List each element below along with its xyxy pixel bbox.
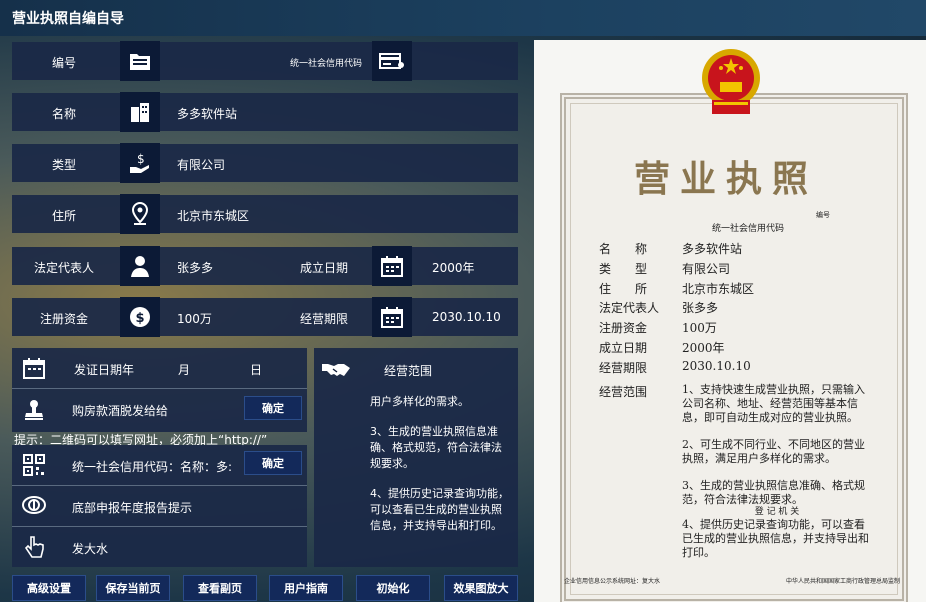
capital-row: 注册资金 $ 100万 经营期限 2030.10.10	[12, 297, 518, 337]
issue-stamp-panel: 发证日期年 月 日 购房款酒脱发给给 确定	[12, 348, 307, 432]
stamp-icon	[14, 392, 54, 428]
name-value[interactable]: 多多软件站	[177, 105, 237, 122]
cert-field-label: 注册资金	[599, 321, 648, 335]
cert-field-label: 成立日期	[599, 341, 648, 355]
money-hand-icon: $	[120, 143, 160, 183]
handshake-icon	[316, 352, 356, 388]
capital-label: 注册资金	[40, 312, 89, 326]
save-page-button[interactable]: 保存当前页	[96, 575, 170, 601]
qr-code-icon	[14, 447, 54, 483]
legal-rep-value[interactable]: 张多多	[177, 259, 213, 276]
svg-text:$: $	[137, 152, 145, 166]
scope-text-area[interactable]: 用户多样化的需求。 3、生成的营业执照信息准确、格式规范，符合法律法规要求。 4…	[370, 394, 510, 534]
term-value[interactable]: 2030.10.10	[432, 310, 501, 324]
month-label[interactable]: 月	[178, 361, 190, 378]
confirm-button[interactable]: 确定	[244, 451, 302, 475]
cert-scope-paragraph: 4、提供历史记录查询功能，可以查看已生成的营业执照信息，并支持导出和打印。	[682, 518, 869, 559]
cert-field-label: 住 所	[599, 282, 648, 296]
cert-scope-paragraph: 1、支持快速生成营业执照，只需输入公司名称、地址、经营范围等基本信息，即可自动生…	[682, 383, 865, 424]
cert-scope-label: 经营范围	[599, 385, 648, 399]
cert-footer-left: 企业信用信息公示系统网址：复大水	[564, 578, 661, 585]
type-label: 类型	[52, 158, 77, 172]
cert-field-value: 有限公司	[682, 262, 731, 276]
confirm-button[interactable]: 确定	[244, 396, 302, 420]
svg-text:$: $	[136, 311, 145, 326]
scope-paragraph: 3、生成的营业执照信息准确、格式规范，符合法律法规要求。	[370, 425, 502, 470]
initialize-button[interactable]: 初始化	[356, 575, 430, 601]
divider	[12, 526, 307, 527]
term-label: 经营期限	[300, 312, 349, 326]
type-value[interactable]: 有限公司	[177, 156, 225, 173]
calendar-icon	[372, 297, 412, 337]
code-label: 编号	[52, 56, 77, 70]
calendar-icon	[14, 350, 54, 386]
scope-label: 经营范围	[384, 364, 433, 378]
cert-field-label: 法定代表人	[599, 301, 660, 315]
cert-field-value: 多多软件站	[682, 242, 743, 256]
address-label: 住所	[52, 209, 77, 223]
building-icon	[120, 92, 160, 132]
name-label: 名称	[52, 107, 77, 121]
annual-report-text[interactable]: 底部申报年度报告提示	[72, 499, 192, 516]
cert-credit-label: 统一社会信用代码	[712, 224, 785, 234]
emblem-icon	[14, 487, 54, 523]
day-label[interactable]: 日	[250, 361, 262, 378]
card-icon	[372, 41, 412, 81]
cert-field-value: 2000年	[682, 341, 725, 355]
divider	[12, 485, 307, 486]
advanced-settings-button[interactable]: 高级设置	[12, 575, 86, 601]
cert-scope-paragraph: 3、生成的营业执照信息准确、格式规范，符合法律法规要求。	[682, 479, 865, 506]
cert-field-value: 2030.10.10	[682, 359, 751, 373]
person-icon	[120, 246, 160, 286]
address-value[interactable]: 北京市东城区	[177, 207, 249, 224]
name-row: 名称 多多软件站	[12, 92, 518, 132]
title-bar: 营业执照自编自导	[0, 0, 926, 36]
found-date-value[interactable]: 2000年	[432, 259, 475, 276]
view-copy-button[interactable]: 查看副页	[183, 575, 257, 601]
cert-field-label: 类 型	[599, 262, 648, 276]
hand-text[interactable]: 发大水	[72, 540, 108, 557]
scope-panel: 经营范围 用户多样化的需求。 3、生成的营业执照信息准确、格式规范，符合法律法规…	[314, 348, 518, 567]
cert-field-value: 张多多	[682, 301, 719, 315]
enlarge-preview-button[interactable]: 效果图放大	[444, 575, 518, 601]
legal-rep-row: 法定代表人 张多多 成立日期 2000年	[12, 246, 518, 286]
address-row: 住所 北京市东城区	[12, 194, 518, 234]
location-pin-icon	[120, 194, 160, 234]
cert-scope-text: 1、支持快速生成营业执照，只需输入公司名称、地址、经营范围等基本信息，即可自动生…	[682, 383, 872, 560]
calendar-icon	[372, 246, 412, 286]
credit-code-label: 统一社会信用代码	[290, 59, 363, 69]
user-guide-button[interactable]: 用户指南	[269, 575, 343, 601]
qr-panel: 统一社会信用代码：名称：多: 确定 底部申报年度报告提示 发大水	[12, 445, 307, 567]
cert-reg-office: 登 记 机 关	[754, 507, 800, 517]
cert-code-label: 编号	[816, 211, 830, 219]
certificate-preview: 营业执照 编号 统一社会信用代码 名 称 多多软件站 类 型 有限公司 住 所 …	[534, 40, 926, 602]
cert-footer-right: 中华人民共和国国家工商行政管理总局监制	[786, 578, 901, 585]
stamp-text[interactable]: 购房款酒脱发给给	[72, 402, 168, 419]
found-date-label: 成立日期	[300, 261, 349, 275]
app-title: 营业执照自编自导	[12, 11, 124, 27]
type-row: 类型 $ 有限公司	[12, 143, 518, 183]
cert-field-value: 北京市东城区	[682, 282, 755, 296]
folder-icon	[120, 41, 160, 81]
national-emblem-icon	[700, 44, 762, 126]
divider	[12, 388, 307, 389]
cert-scope-paragraph: 2、可生成不同行业、不同地区的营业执照，满足用户多样化的需求。	[682, 438, 865, 465]
cert-field-label: 名 称	[599, 242, 648, 256]
legal-rep-label: 法定代表人	[34, 261, 95, 275]
scope-paragraph: 用户多样化的需求。	[370, 395, 469, 408]
code-row: 编号 统一社会信用代码	[12, 41, 518, 81]
hand-pointer-icon	[14, 529, 54, 565]
capital-value[interactable]: 100万	[177, 310, 212, 327]
issue-date-label[interactable]: 发证日期年	[74, 361, 134, 378]
qr-text[interactable]: 统一社会信用代码：名称：多:	[72, 458, 232, 475]
cert-field-value: 100万	[682, 321, 717, 335]
certificate-title: 营业执照	[634, 158, 819, 200]
scope-paragraph: 4、提供历史记录查询功能，可以查看已生成的营业执照信息，并支持导出和打印。	[370, 487, 509, 532]
cert-field-label: 经营期限	[599, 361, 648, 375]
coin-icon: $	[120, 297, 160, 337]
